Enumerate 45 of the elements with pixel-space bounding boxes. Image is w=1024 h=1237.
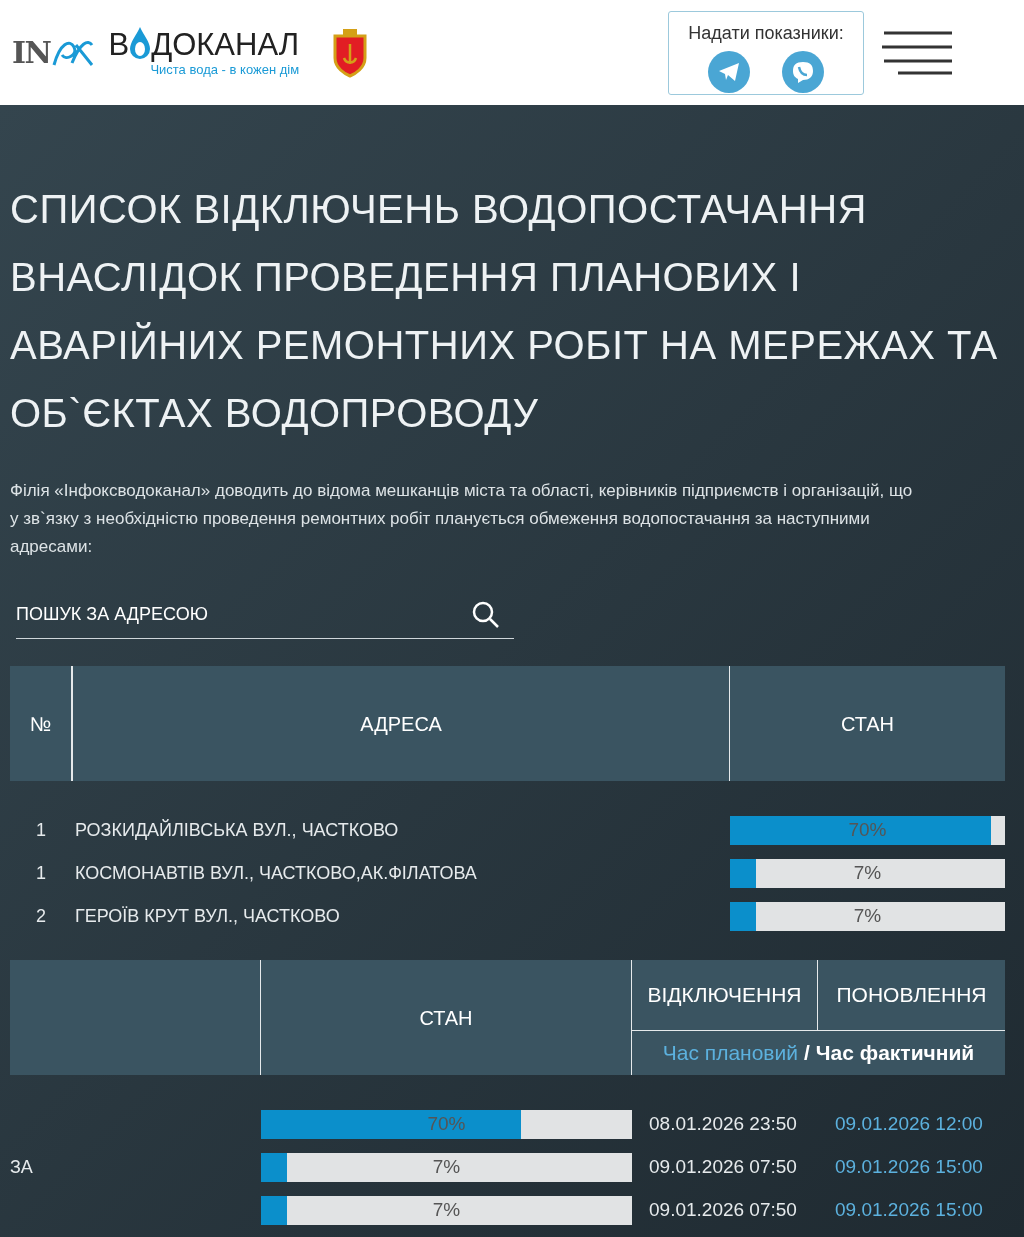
planned-time: 08.01.2026 23:50 [648, 1112, 798, 1137]
menu-button[interactable] [882, 30, 954, 75]
actual-time-label: Час фактичний [815, 1040, 975, 1067]
menu-icon [882, 30, 954, 75]
telegram-button[interactable] [708, 50, 750, 93]
progress-label: 7% [431, 1155, 462, 1180]
logo-letter: В [108, 28, 130, 60]
column-header: АДРЕСА [73, 666, 730, 781]
table-cell: ЗА [10, 1157, 33, 1177]
phone-bubble-icon [791, 59, 815, 84]
address-cell-text: ГЕРОЇВ КРУТ ВУЛ., ЧАСТКОВО [74, 905, 341, 928]
column-header: СТАН [839, 711, 896, 737]
address-cell-text: РОЗКИДАЙЛІВСЬКА ВУЛ., ЧАСТКОВО [74, 818, 400, 842]
row-number: 1 [35, 819, 47, 842]
column-header: ПОНОВЛЕННЯ [818, 960, 1005, 1031]
separator: / [804, 1040, 810, 1067]
readings-label: Надати показники: [688, 21, 844, 45]
row-number: 2 [35, 905, 47, 928]
logo-word: ДОКАНАЛ [151, 28, 300, 60]
actual-time: 09.01.2026 15:00 [834, 1198, 984, 1223]
planned-time: 09.01.2026 07:50 [648, 1198, 798, 1223]
coat-of-arms-icon [331, 27, 370, 78]
planned-time: 09.01.2026 07:50 [648, 1155, 798, 1180]
water-drop-icon [129, 25, 152, 60]
logo-mark: IN [12, 34, 51, 72]
column-header: № [10, 666, 73, 781]
progress-label: 7% [431, 1198, 462, 1223]
row-number: 1 [35, 862, 47, 885]
actual-time: 09.01.2026 15:00 [834, 1155, 984, 1180]
progress-label: 7% [852, 904, 883, 929]
intro-paragraph: Філія «Інфоксводоканал» доводить до відома мешканців міста та області, керівників підприємств і організацій, що у зв`язку з необхідністю проведення ремонтних робіт планується обмеження водопостачання за наступними адресами: [10, 480, 914, 558]
search-field[interactable]: ПОШУК ЗА АДРЕСОЮ [16, 601, 472, 628]
search-icon[interactable] [472, 600, 500, 629]
column-header: СТАН [261, 960, 632, 1075]
logo-tagline: Чиста вода - в кожен дім [150, 61, 300, 79]
viber-button[interactable] [782, 50, 824, 93]
progress-label: 70% [426, 1112, 467, 1137]
actual-time: 09.01.2026 12:00 [834, 1112, 984, 1137]
planned-time-label: Час плановий [662, 1040, 798, 1067]
column-header: ВІДКЛЮЧЕННЯ [632, 960, 818, 1031]
address-cell-text: КОСМОНАВТІВ ВУЛ., ЧАСТКОВО,АК.ФІЛАТОВА [74, 862, 478, 885]
progress-label: 7% [852, 861, 883, 886]
progress-label: 70% [847, 818, 888, 843]
page-title: СПИСОК ВІДКЛЮЧЕНЬ ВОДОПОСТАЧАННЯ ВНАСЛІДОК ПРОВЕДЕННЯ ПЛАНОВИХ І АВАРІЙНИХ РЕМОНТНИХ РОБІТ НА МЕРЕЖАХ ТА ОБ`ЄКТАХ ВОДОПРОВОДУ [10, 186, 999, 437]
paper-plane-icon [718, 61, 740, 82]
